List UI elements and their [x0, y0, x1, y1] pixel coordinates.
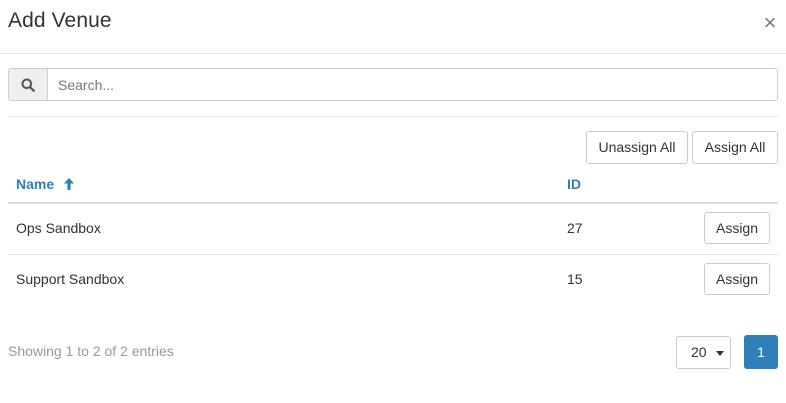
search-input[interactable] — [48, 69, 777, 100]
pagination-page-1[interactable]: 1 — [744, 335, 778, 369]
table-row: Ops Sandbox 27 Assign — [8, 204, 778, 255]
caret-down-icon — [716, 351, 724, 356]
divider — [8, 116, 778, 117]
modal-header: Add Venue × — [0, 0, 786, 54]
venue-id-cell: 15 — [567, 271, 583, 287]
unassign-all-button[interactable]: Unassign All — [586, 131, 688, 164]
table-header: Name ID — [8, 166, 778, 204]
assign-all-button[interactable]: Assign All — [692, 131, 778, 164]
search-bar — [8, 68, 778, 101]
entries-info: Showing 1 to 2 of 2 entries — [8, 343, 174, 359]
modal-title: Add Venue — [8, 9, 112, 32]
column-header-name[interactable]: Name — [16, 176, 75, 192]
arrow-up-icon — [63, 177, 75, 191]
venue-id-cell: 27 — [567, 220, 583, 236]
venue-name-cell: Support Sandbox — [16, 271, 125, 287]
page-size-value: 20 — [691, 344, 707, 360]
table-row: Support Sandbox 15 Assign — [8, 255, 778, 305]
page-size-select[interactable]: 20 — [676, 336, 731, 369]
assign-button[interactable]: Assign — [704, 212, 770, 244]
close-icon[interactable]: × — [760, 12, 780, 34]
assign-button[interactable]: Assign — [704, 263, 770, 295]
venue-name-cell: Ops Sandbox — [16, 220, 101, 236]
column-header-name-label: Name — [16, 176, 55, 192]
add-venue-modal: Add Venue × Unassign All Assign All Name… — [0, 0, 786, 403]
column-header-id[interactable]: ID — [567, 176, 581, 192]
search-icon — [9, 69, 48, 100]
